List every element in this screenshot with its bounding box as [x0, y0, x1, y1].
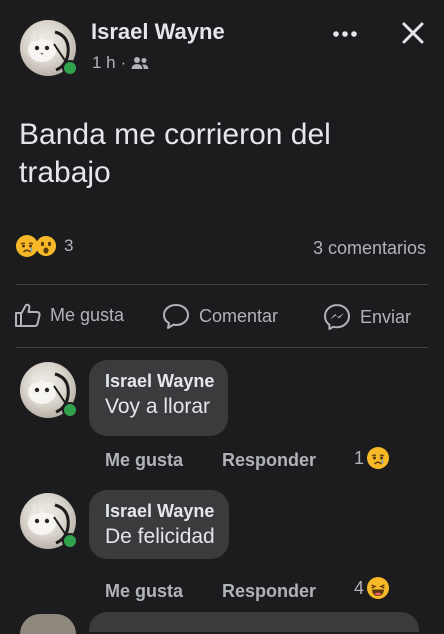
post-text: Banda me corrieron del trabajo [19, 118, 331, 189]
comment-reaction-summary[interactable]: 1 [354, 447, 390, 469]
online-status-dot [62, 533, 78, 549]
next-comment-bubble [89, 612, 419, 632]
comment-reaction-summary[interactable]: 4 [354, 577, 390, 599]
comment-text: Voy a llorar [105, 395, 211, 418]
online-status-dot [62, 60, 78, 76]
post-author-name[interactable]: Israel Wayne [91, 19, 225, 45]
sad-icon [367, 447, 390, 469]
post-meta: 1 h · [92, 53, 149, 73]
sad-reaction-icon [16, 235, 38, 257]
author-avatar[interactable] [20, 20, 78, 76]
meta-separator: · [120, 53, 127, 72]
close-icon[interactable] [396, 18, 430, 48]
comment-avatar[interactable] [20, 493, 78, 549]
divider-top [16, 284, 428, 285]
comment-text: De felicidad [105, 525, 215, 548]
comments-count[interactable]: 3 comentarios [313, 238, 426, 259]
comment-reply-button[interactable]: Responder [222, 581, 316, 602]
comment-author[interactable]: Israel Wayne [105, 369, 214, 393]
thumbs-up-icon [14, 302, 42, 328]
comment-reaction-count: 4 [354, 577, 365, 598]
comment-bubble[interactable]: Israel Wayne Voy a llorar [89, 360, 229, 436]
comment-reply-button[interactable]: Responder [222, 450, 316, 471]
send-label: Enviar [360, 306, 412, 327]
comment-label: Comentar [199, 305, 279, 326]
reactions-summary[interactable]: 3 [16, 234, 73, 258]
more-options-icon[interactable] [330, 24, 360, 44]
next-comment-avatar [20, 614, 76, 634]
post-time[interactable]: 1 h [92, 53, 116, 73]
like-button[interactable]: Me gusta [14, 302, 124, 328]
comment-avatar[interactable] [20, 362, 78, 418]
messenger-icon [322, 302, 352, 332]
comment-author[interactable]: Israel Wayne [105, 499, 215, 523]
comment-bubble-icon [161, 302, 191, 330]
reactions-count: 3 [64, 236, 74, 255]
send-button[interactable]: Enviar [322, 302, 411, 332]
comment-bubble[interactable]: Israel Wayne De felicidad [89, 490, 229, 559]
divider-bottom [16, 347, 428, 348]
friends-audience-icon[interactable] [131, 56, 149, 70]
comment-like-button[interactable]: Me gusta [105, 581, 183, 602]
comment-button[interactable]: Comentar [161, 302, 278, 330]
online-status-dot [62, 402, 78, 418]
comment-reaction-count: 1 [354, 447, 365, 468]
haha-icon [367, 577, 390, 599]
comment-like-button[interactable]: Me gusta [105, 450, 183, 471]
like-label: Me gusta [50, 304, 125, 325]
